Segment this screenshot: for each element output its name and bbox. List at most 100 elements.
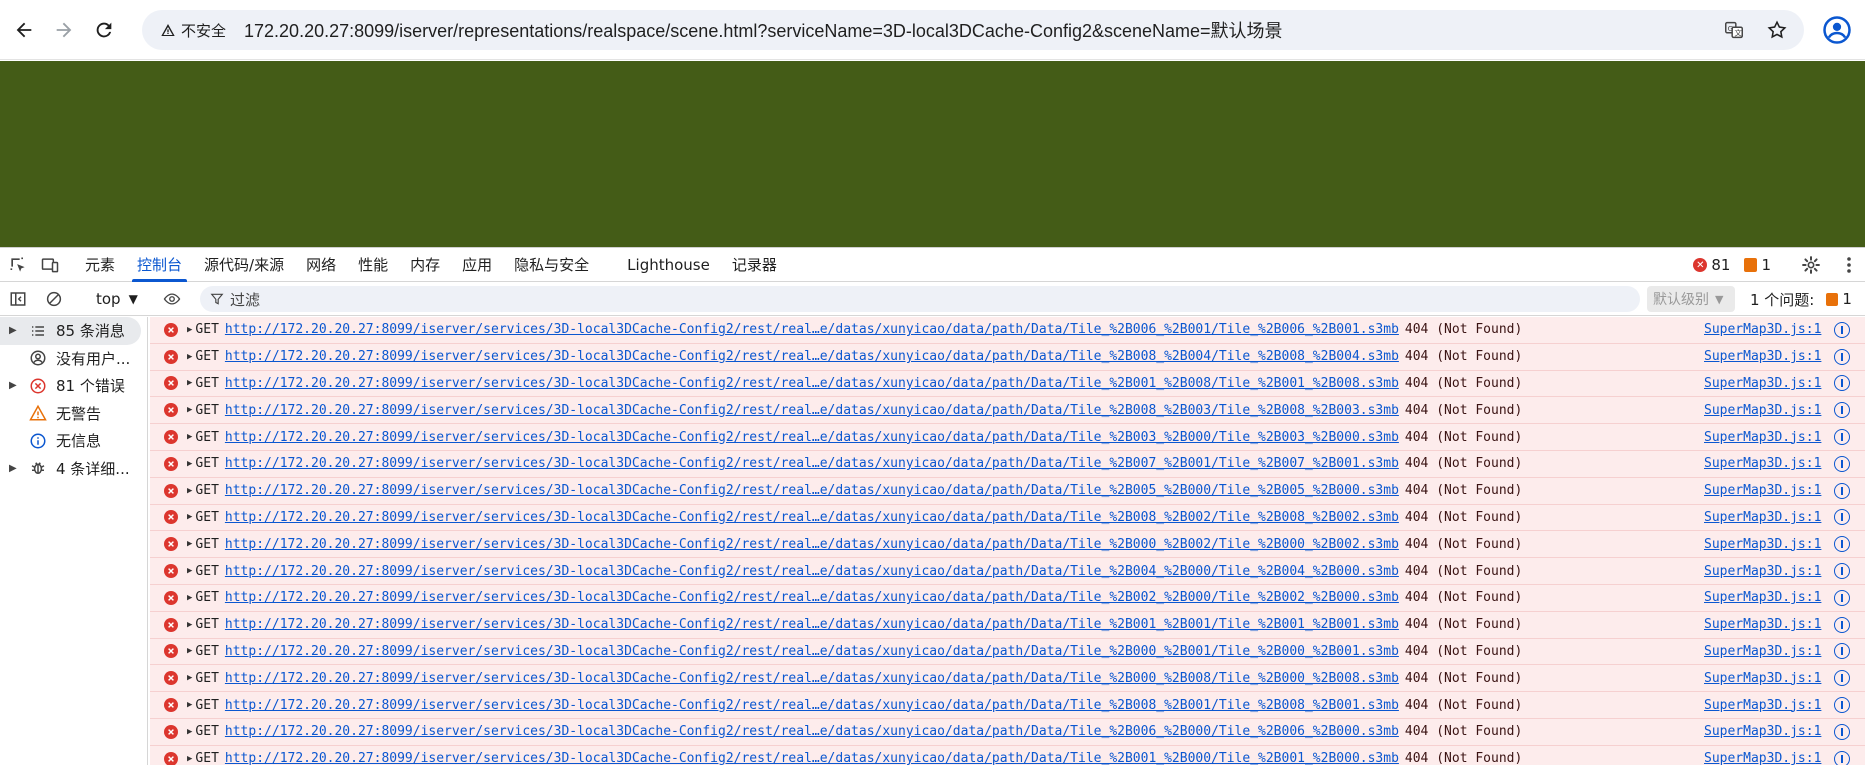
expand-triangle-icon[interactable]: ▶: [187, 593, 192, 603]
source-location-link[interactable]: SuperMap3D.js:1: [1704, 724, 1821, 739]
sidebar-item-warnings[interactable]: 无警告: [0, 400, 147, 428]
address-bar[interactable]: 不安全 172.20.20.27:8099/iserver/representa…: [142, 10, 1804, 50]
source-location-link[interactable]: SuperMap3D.js:1: [1704, 349, 1821, 364]
url-text[interactable]: 172.20.20.27:8099/iserver/representation…: [244, 17, 1283, 43]
bookmark-star-icon[interactable]: [1765, 18, 1789, 42]
sidebar-toggle-icon[interactable]: [4, 285, 32, 313]
request-url-link[interactable]: http://172.20.20.27:8099/iserver/service…: [225, 644, 1399, 659]
source-location-link[interactable]: SuperMap3D.js:1: [1704, 751, 1821, 765]
tab-performance[interactable]: 性能: [347, 248, 399, 282]
source-location-link[interactable]: SuperMap3D.js:1: [1704, 483, 1821, 498]
request-url-link[interactable]: http://172.20.20.27:8099/iserver/service…: [225, 617, 1399, 632]
sidebar-item-errors[interactable]: ▶ 81 个错误: [0, 372, 147, 400]
request-url-link[interactable]: http://172.20.20.27:8099/iserver/service…: [225, 510, 1399, 525]
source-location-link[interactable]: SuperMap3D.js:1: [1704, 671, 1821, 686]
expand-triangle-icon[interactable]: ▶: [187, 486, 192, 496]
network-request-icon[interactable]: [1834, 509, 1850, 526]
request-url-link[interactable]: http://172.20.20.27:8099/iserver/service…: [225, 751, 1399, 765]
expand-caret-icon[interactable]: ▶: [9, 380, 17, 391]
request-url-link[interactable]: http://172.20.20.27:8099/iserver/service…: [225, 456, 1399, 471]
console-error-row[interactable]: ▶ GET http://172.20.20.27:8099/iserver/ser…: [150, 611, 1865, 639]
network-request-icon[interactable]: [1834, 616, 1850, 633]
console-error-row[interactable]: ▶ GET http://172.20.20.27:8099/iserver/ser…: [150, 424, 1865, 451]
expand-triangle-icon[interactable]: ▶: [187, 512, 192, 522]
back-button[interactable]: [6, 12, 42, 48]
network-request-icon[interactable]: [1834, 589, 1850, 606]
network-request-icon[interactable]: [1834, 643, 1850, 660]
context-selector[interactable]: top ▼: [90, 286, 144, 312]
console-error-row[interactable]: ▶ GET http://172.20.20.27:8099/iserver/ser…: [150, 745, 1865, 765]
source-location-link[interactable]: SuperMap3D.js:1: [1704, 322, 1821, 337]
live-expression-eye-icon[interactable]: [158, 285, 186, 313]
scene-viewport[interactable]: [0, 61, 1865, 247]
reload-button[interactable]: [86, 12, 122, 48]
expand-triangle-icon[interactable]: ▶: [187, 325, 192, 335]
tab-network[interactable]: 网络: [295, 248, 347, 282]
expand-triangle-icon[interactable]: ▶: [187, 459, 192, 469]
expand-caret-icon[interactable]: ▶: [9, 463, 17, 474]
source-location-link[interactable]: SuperMap3D.js:1: [1704, 617, 1821, 632]
expand-triangle-icon[interactable]: ▶: [187, 432, 192, 442]
issues-counter[interactable]: 1 个问题: 1: [1750, 282, 1852, 316]
network-request-icon[interactable]: [1834, 750, 1850, 765]
console-filter-input[interactable]: 过滤: [200, 286, 1640, 312]
expand-triangle-icon[interactable]: ▶: [187, 727, 192, 737]
source-location-link[interactable]: SuperMap3D.js:1: [1704, 590, 1821, 605]
request-url-link[interactable]: http://172.20.20.27:8099/iserver/service…: [225, 671, 1399, 686]
warning-count-badge[interactable]: 1: [1744, 256, 1771, 274]
source-location-link[interactable]: SuperMap3D.js:1: [1704, 376, 1821, 391]
source-location-link[interactable]: SuperMap3D.js:1: [1704, 537, 1821, 552]
sidebar-item-info[interactable]: 无信息: [0, 427, 147, 455]
request-url-link[interactable]: http://172.20.20.27:8099/iserver/service…: [225, 403, 1399, 418]
sidebar-item-verbose[interactable]: ▶ 4 条详细...: [0, 455, 147, 483]
console-error-row[interactable]: ▶ GET http://172.20.20.27:8099/iserver/ser…: [150, 317, 1865, 344]
sidebar-item-all-messages[interactable]: ▶ 85 条消息: [0, 317, 141, 345]
console-error-row[interactable]: ▶ GET http://172.20.20.27:8099/iserver/ser…: [150, 450, 1865, 478]
console-error-row[interactable]: ▶ GET http://172.20.20.27:8099/iserver/ser…: [150, 692, 1865, 719]
tab-elements[interactable]: 元素: [74, 248, 126, 282]
network-request-icon[interactable]: [1834, 455, 1850, 472]
request-url-link[interactable]: http://172.20.20.27:8099/iserver/service…: [225, 483, 1399, 498]
error-count-badge[interactable]: ✕ 81: [1693, 256, 1730, 274]
console-error-row[interactable]: ▶ GET http://172.20.20.27:8099/iserver/ser…: [150, 584, 1865, 612]
log-level-select[interactable]: 默认级别 ▼: [1647, 286, 1735, 312]
expand-triangle-icon[interactable]: ▶: [187, 539, 192, 549]
profile-icon[interactable]: [1822, 15, 1852, 45]
request-url-link[interactable]: http://172.20.20.27:8099/iserver/service…: [225, 698, 1399, 713]
network-request-icon[interactable]: [1834, 429, 1850, 446]
source-location-link[interactable]: SuperMap3D.js:1: [1704, 456, 1821, 471]
source-location-link[interactable]: SuperMap3D.js:1: [1704, 698, 1821, 713]
expand-triangle-icon[interactable]: ▶: [187, 352, 192, 362]
console-error-row[interactable]: ▶ GET http://172.20.20.27:8099/iserver/ser…: [150, 558, 1865, 585]
console-error-row[interactable]: ▶ GET http://172.20.20.27:8099/iserver/ser…: [150, 665, 1865, 693]
settings-gear-icon[interactable]: [1797, 251, 1825, 279]
request-url-link[interactable]: http://172.20.20.27:8099/iserver/service…: [225, 590, 1399, 605]
source-location-link[interactable]: SuperMap3D.js:1: [1704, 510, 1821, 525]
expand-caret-icon[interactable]: ▶: [9, 325, 17, 336]
tab-privacy-security[interactable]: 隐私与安全: [503, 248, 600, 282]
request-url-link[interactable]: http://172.20.20.27:8099/iserver/service…: [225, 430, 1399, 445]
device-toolbar-icon[interactable]: [36, 251, 64, 279]
network-request-icon[interactable]: [1834, 348, 1850, 365]
request-url-link[interactable]: http://172.20.20.27:8099/iserver/service…: [225, 349, 1399, 364]
source-location-link[interactable]: SuperMap3D.js:1: [1704, 430, 1821, 445]
network-request-icon[interactable]: [1834, 563, 1850, 580]
console-error-row[interactable]: ▶ GET http://172.20.20.27:8099/iserver/ser…: [150, 343, 1865, 371]
sidebar-item-user-messages[interactable]: 没有用户...: [0, 345, 147, 373]
expand-triangle-icon[interactable]: ▶: [187, 754, 192, 764]
console-error-row[interactable]: ▶ GET http://172.20.20.27:8099/iserver/ser…: [150, 718, 1865, 746]
more-options-icon[interactable]: [1835, 251, 1863, 279]
tab-recorder[interactable]: 记录器: [721, 248, 788, 282]
console-error-row[interactable]: ▶ GET http://172.20.20.27:8099/iserver/ser…: [150, 504, 1865, 532]
network-request-icon[interactable]: [1834, 402, 1850, 419]
console-error-row[interactable]: ▶ GET http://172.20.20.27:8099/iserver/ser…: [150, 370, 1865, 398]
inspect-element-icon[interactable]: [4, 251, 32, 279]
network-request-icon[interactable]: [1834, 536, 1850, 553]
expand-triangle-icon[interactable]: ▶: [187, 646, 192, 656]
request-url-link[interactable]: http://172.20.20.27:8099/iserver/service…: [225, 376, 1399, 391]
network-request-icon[interactable]: [1834, 723, 1850, 740]
source-location-link[interactable]: SuperMap3D.js:1: [1704, 564, 1821, 579]
network-request-icon[interactable]: [1834, 375, 1850, 392]
expand-triangle-icon[interactable]: ▶: [187, 566, 192, 576]
network-request-icon[interactable]: [1834, 482, 1850, 499]
